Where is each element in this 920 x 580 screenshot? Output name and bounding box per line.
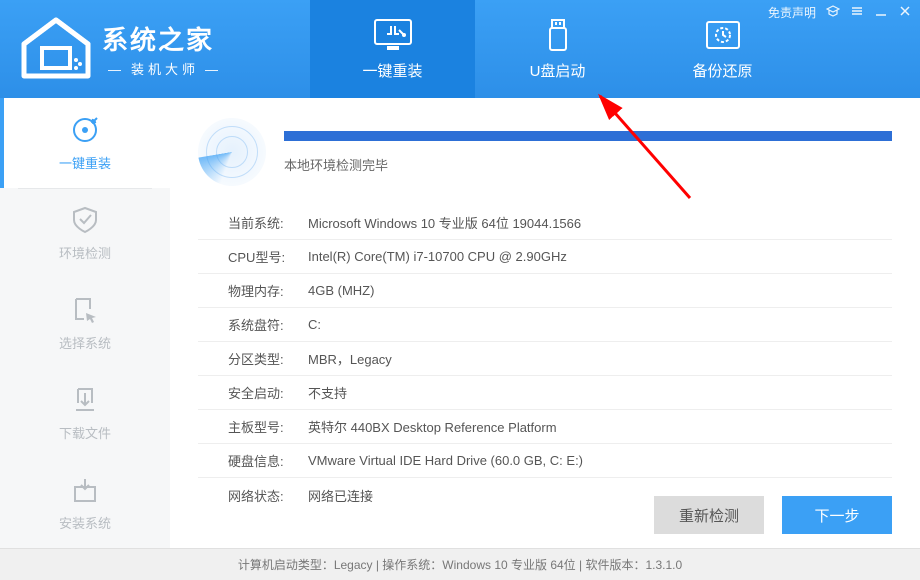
header: 系统之家 装机大师 一键重装 U盘启动 备份还原 免责声明 <box>0 0 920 98</box>
info-row-motherboard: 主板型号:英特尔 440BX Desktop Reference Platfor… <box>198 410 892 444</box>
sidebar-item-env-check[interactable]: 环境检测 <box>0 188 170 278</box>
content: 本地环境检测完毕 当前系统:Microsoft Windows 10 专业版 6… <box>170 98 920 548</box>
target-icon <box>70 115 100 145</box>
usb-icon <box>538 18 578 52</box>
info-label: 硬盘信息: <box>228 451 308 470</box>
tab-usb-boot[interactable]: U盘启动 <box>475 0 640 98</box>
sidebar-item-select-system[interactable]: 选择系统 <box>0 278 170 368</box>
info-label: 网络状态: <box>228 486 308 505</box>
sidebar-item-install[interactable]: 安装系统 <box>0 458 170 548</box>
install-icon <box>70 475 100 505</box>
scan-row: 本地环境检测完毕 <box>198 118 892 186</box>
info-label: 分区类型: <box>228 349 308 368</box>
info-label: CPU型号: <box>228 247 308 266</box>
app-subtitle: 装机大师 <box>102 59 228 78</box>
minimize-icon[interactable] <box>874 4 888 21</box>
info-value: 网络已连接 <box>308 486 373 505</box>
info-value: C: <box>308 317 321 332</box>
tab-label: U盘启动 <box>530 60 586 81</box>
info-row-partition: 分区类型:MBR，Legacy <box>198 342 892 376</box>
info-row-drive: 系统盘符:C: <box>198 308 892 342</box>
info-label: 主板型号: <box>228 417 308 436</box>
logo-area: 系统之家 装机大师 <box>0 0 310 98</box>
download-icon <box>70 385 100 415</box>
monitor-icon <box>373 18 413 52</box>
info-label: 系统盘符: <box>228 315 308 334</box>
status-bar: 计算机启动类型：Legacy | 操作系统：Windows 10 专业版 64位… <box>0 548 920 580</box>
next-button[interactable]: 下一步 <box>782 496 892 534</box>
info-row-memory: 物理内存:4GB (MHZ) <box>198 274 892 308</box>
action-buttons: 重新检测 下一步 <box>654 496 892 534</box>
sidebar-item-label: 一键重装 <box>59 153 111 172</box>
sidebar: 一键重装 环境检测 选择系统 下载文件 安装系统 <box>0 98 170 548</box>
info-value: 英特尔 440BX Desktop Reference Platform <box>308 417 557 436</box>
body: 一键重装 环境检测 选择系统 下载文件 安装系统 本地环境检测完毕 当前 <box>0 98 920 548</box>
info-value: Microsoft Windows 10 专业版 64位 19044.1566 <box>308 213 581 232</box>
close-icon[interactable] <box>898 4 912 21</box>
sidebar-item-download[interactable]: 下载文件 <box>0 368 170 458</box>
logo-icon <box>18 16 94 82</box>
disclaimer-link[interactable]: 免责声明 <box>768 4 816 21</box>
system-info-list: 当前系统:Microsoft Windows 10 专业版 64位 19044.… <box>198 206 892 512</box>
graduation-icon[interactable] <box>826 4 840 21</box>
settings-icon[interactable] <box>850 4 864 21</box>
info-row-disk: 硬盘信息:VMware Virtual IDE Hard Drive (60.0… <box>198 444 892 478</box>
sidebar-item-label: 安装系统 <box>59 513 111 532</box>
scan-status-text: 本地环境检测完毕 <box>284 155 892 174</box>
info-label: 物理内存: <box>228 281 308 300</box>
app-title: 系统之家 <box>102 20 228 57</box>
sidebar-item-label: 下载文件 <box>59 423 111 442</box>
info-value: 4GB (MHZ) <box>308 283 374 298</box>
progress-bar <box>284 131 892 141</box>
info-value: 不支持 <box>308 383 347 402</box>
sidebar-item-reinstall[interactable]: 一键重装 <box>0 98 170 188</box>
tab-label: 一键重装 <box>362 60 422 81</box>
info-label: 当前系统: <box>228 213 308 232</box>
progress-area: 本地环境检测完毕 <box>284 131 892 174</box>
info-value: Intel(R) Core(TM) i7-10700 CPU @ 2.90GHz <box>308 249 567 264</box>
sidebar-separator <box>18 188 152 189</box>
info-label: 安全启动: <box>228 383 308 402</box>
sidebar-item-label: 环境检测 <box>59 243 111 262</box>
sidebar-active-indicator <box>0 98 4 188</box>
shield-icon <box>70 205 100 235</box>
tab-label: 备份还原 <box>692 60 752 81</box>
info-row-secureboot: 安全启动:不支持 <box>198 376 892 410</box>
tab-reinstall[interactable]: 一键重装 <box>310 0 475 98</box>
recheck-button[interactable]: 重新检测 <box>654 496 764 534</box>
backup-icon <box>703 18 743 52</box>
info-value: MBR，Legacy <box>308 349 392 368</box>
info-value: VMware Virtual IDE Hard Drive (60.0 GB, … <box>308 453 583 468</box>
sidebar-item-label: 选择系统 <box>59 333 111 352</box>
select-icon <box>70 295 100 325</box>
info-row-os: 当前系统:Microsoft Windows 10 专业版 64位 19044.… <box>198 206 892 240</box>
radar-icon <box>198 118 266 186</box>
window-controls: 免责声明 <box>768 4 912 21</box>
info-row-cpu: CPU型号:Intel(R) Core(TM) i7-10700 CPU @ 2… <box>198 240 892 274</box>
